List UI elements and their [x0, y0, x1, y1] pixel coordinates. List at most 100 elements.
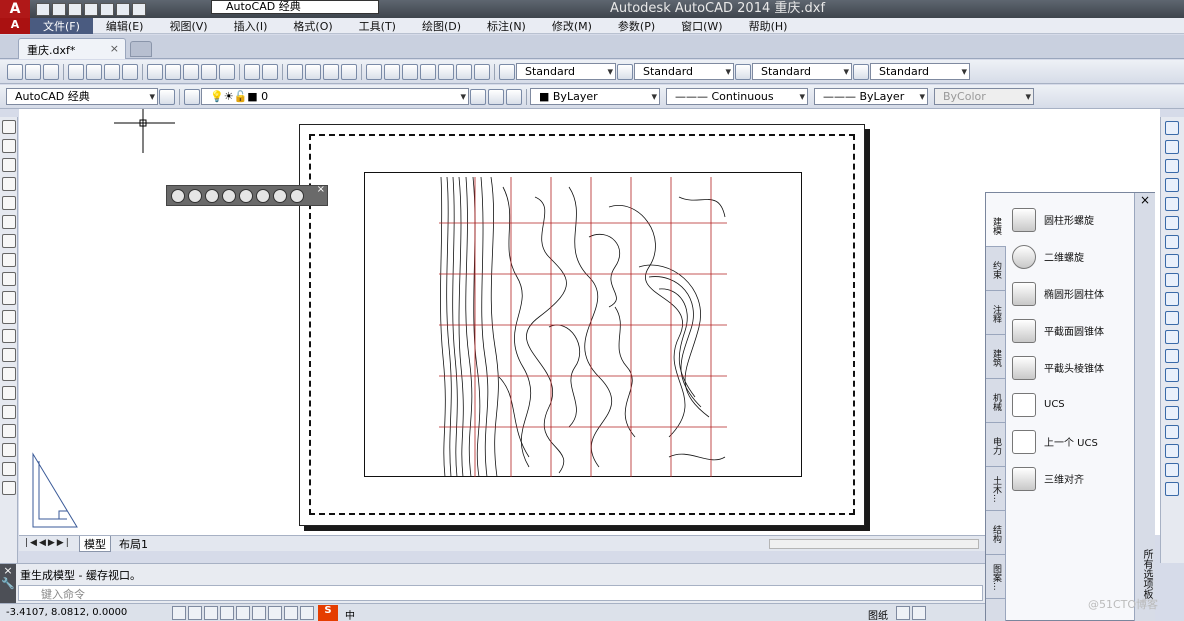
- publish-icon[interactable]: [104, 63, 120, 80]
- tab-mechanical[interactable]: 机械: [986, 381, 1006, 423]
- save-icon[interactable]: [68, 2, 82, 16]
- menu-format[interactable]: 格式(O): [280, 18, 345, 34]
- save-as-icon[interactable]: [84, 2, 98, 16]
- make-block-icon[interactable]: [2, 348, 16, 362]
- new-tab-button[interactable]: [130, 41, 152, 57]
- menu-insert[interactable]: 插入(I): [221, 18, 281, 34]
- construction-line-icon[interactable]: [2, 139, 16, 153]
- ellipse-icon[interactable]: [2, 291, 16, 305]
- undo-icon[interactable]: [244, 63, 260, 80]
- layer-properties-icon[interactable]: [184, 88, 200, 105]
- menu-tools[interactable]: 工具(T): [346, 18, 409, 34]
- polygon-icon[interactable]: [2, 177, 16, 191]
- multiline-text-icon[interactable]: [2, 462, 16, 476]
- tab-model[interactable]: 模型: [79, 536, 111, 552]
- close-palette-icon[interactable]: ×: [1135, 193, 1155, 207]
- rectangle-icon[interactable]: [2, 196, 16, 210]
- sphere-icon[interactable]: [188, 188, 202, 203]
- text-style-select[interactable]: Standard: [516, 63, 616, 80]
- pyramid-icon[interactable]: [273, 188, 287, 203]
- erase-icon[interactable]: [1165, 121, 1179, 135]
- color-select[interactable]: ■ ByLayer: [530, 88, 660, 105]
- open-icon[interactable]: [25, 63, 41, 80]
- menu-window[interactable]: 窗口(W): [668, 18, 735, 34]
- block-editor-icon[interactable]: [219, 63, 235, 80]
- polyline-icon[interactable]: [2, 158, 16, 172]
- close-icon[interactable]: ×: [317, 184, 325, 195]
- torus-icon[interactable]: [256, 188, 270, 203]
- blend-icon[interactable]: [1165, 425, 1179, 439]
- ducs-icon[interactable]: [300, 606, 314, 620]
- osnap-icon[interactable]: [252, 606, 266, 620]
- menu-file[interactable]: 文件(F): [30, 17, 93, 34]
- fillet-icon[interactable]: [1165, 406, 1179, 420]
- plot-icon[interactable]: [68, 63, 84, 80]
- helix-icon[interactable]: [290, 188, 304, 203]
- insert-block-icon[interactable]: [2, 329, 16, 343]
- add-selected-icon[interactable]: [2, 481, 16, 495]
- palette-item-previous-ucs[interactable]: 上一个 UCS: [1012, 423, 1132, 460]
- layer-previous-icon[interactable]: [488, 88, 504, 105]
- arc-icon[interactable]: [2, 215, 16, 229]
- new-icon[interactable]: [36, 2, 50, 16]
- stretch-icon[interactable]: [1165, 273, 1179, 287]
- command-input[interactable]: 键入命令: [18, 585, 983, 601]
- design-center-icon[interactable]: [384, 63, 400, 80]
- layout-viewport[interactable]: [364, 172, 802, 477]
- undo-icon[interactable]: [116, 2, 130, 16]
- palette-item-frustum-pyramid[interactable]: 平截头棱锥体: [1012, 349, 1132, 386]
- zoom-realtime-icon[interactable]: [305, 63, 321, 80]
- 3d-osnap-icon[interactable]: [268, 606, 282, 620]
- tab-hatch[interactable]: 图案...: [986, 557, 1006, 599]
- wedge-icon[interactable]: [239, 188, 253, 203]
- application-menu-button[interactable]: A: [0, 0, 30, 18]
- make-current-layer-icon[interactable]: [470, 88, 486, 105]
- quick-view-layouts-icon[interactable]: [896, 606, 910, 620]
- hatch-icon[interactable]: [2, 386, 16, 400]
- palette-item-2d-spiral[interactable]: 二维螺旋: [1012, 238, 1132, 275]
- tab-electrical[interactable]: 电力: [986, 425, 1006, 467]
- palette-item-elliptical-cylinder[interactable]: 椭圆形圆柱体: [1012, 275, 1132, 312]
- redo-icon[interactable]: [262, 63, 278, 80]
- palette-item-ucs[interactable]: UCS: [1012, 386, 1132, 423]
- menu-help[interactable]: 帮助(H): [736, 18, 801, 34]
- input-method-logo-icon[interactable]: S: [318, 605, 338, 621]
- paper-space-toggle[interactable]: 图纸: [868, 607, 888, 621]
- layer-select[interactable]: 💡☀🔓■ 0: [201, 88, 469, 105]
- sheet-set-icon[interactable]: [420, 63, 436, 80]
- otrack-icon[interactable]: [284, 606, 298, 620]
- workspace-switcher[interactable]: AutoCAD 经典: [211, 0, 379, 14]
- grid-icon[interactable]: [204, 606, 218, 620]
- close-icon[interactable]: ×: [0, 564, 16, 577]
- dim-style-select[interactable]: Standard: [634, 63, 734, 80]
- circle-icon[interactable]: [2, 234, 16, 248]
- markup-icon[interactable]: [438, 63, 454, 80]
- tab-civil[interactable]: 土木...: [986, 469, 1006, 511]
- menu-modify[interactable]: 修改(M): [539, 18, 605, 34]
- ortho-icon[interactable]: [220, 606, 234, 620]
- snap-icon[interactable]: [188, 606, 202, 620]
- horizontal-scrollbar[interactable]: [769, 539, 979, 549]
- offset-icon[interactable]: [1165, 178, 1179, 192]
- spline-icon[interactable]: [2, 272, 16, 286]
- explode-icon[interactable]: [1165, 444, 1179, 458]
- table-icon[interactable]: [2, 443, 16, 457]
- infer-constraints-icon[interactable]: [172, 606, 186, 620]
- mleader-style-select[interactable]: Standard: [870, 63, 970, 80]
- open-icon[interactable]: [52, 2, 66, 16]
- zoom-window-icon[interactable]: [323, 63, 339, 80]
- zoom-previous-icon[interactable]: [341, 63, 357, 80]
- layers-3-icon[interactable]: [1165, 482, 1179, 496]
- line-icon[interactable]: [2, 120, 16, 134]
- help-icon[interactable]: [474, 63, 490, 80]
- linetype-select[interactable]: ——— Continuous: [666, 88, 808, 105]
- cone-icon[interactable]: [222, 188, 236, 203]
- menu-edit[interactable]: 编辑(E): [93, 18, 157, 34]
- mirror-icon[interactable]: [1165, 159, 1179, 173]
- join-icon[interactable]: [1165, 368, 1179, 382]
- quickcalc-icon[interactable]: [456, 63, 472, 80]
- gradient-icon[interactable]: [2, 405, 16, 419]
- region-icon[interactable]: [2, 424, 16, 438]
- palette-item-frustum-cone[interactable]: 平截面圆锥体: [1012, 312, 1132, 349]
- palette-item-cylindrical-helix[interactable]: 圆柱形螺旋: [1012, 201, 1132, 238]
